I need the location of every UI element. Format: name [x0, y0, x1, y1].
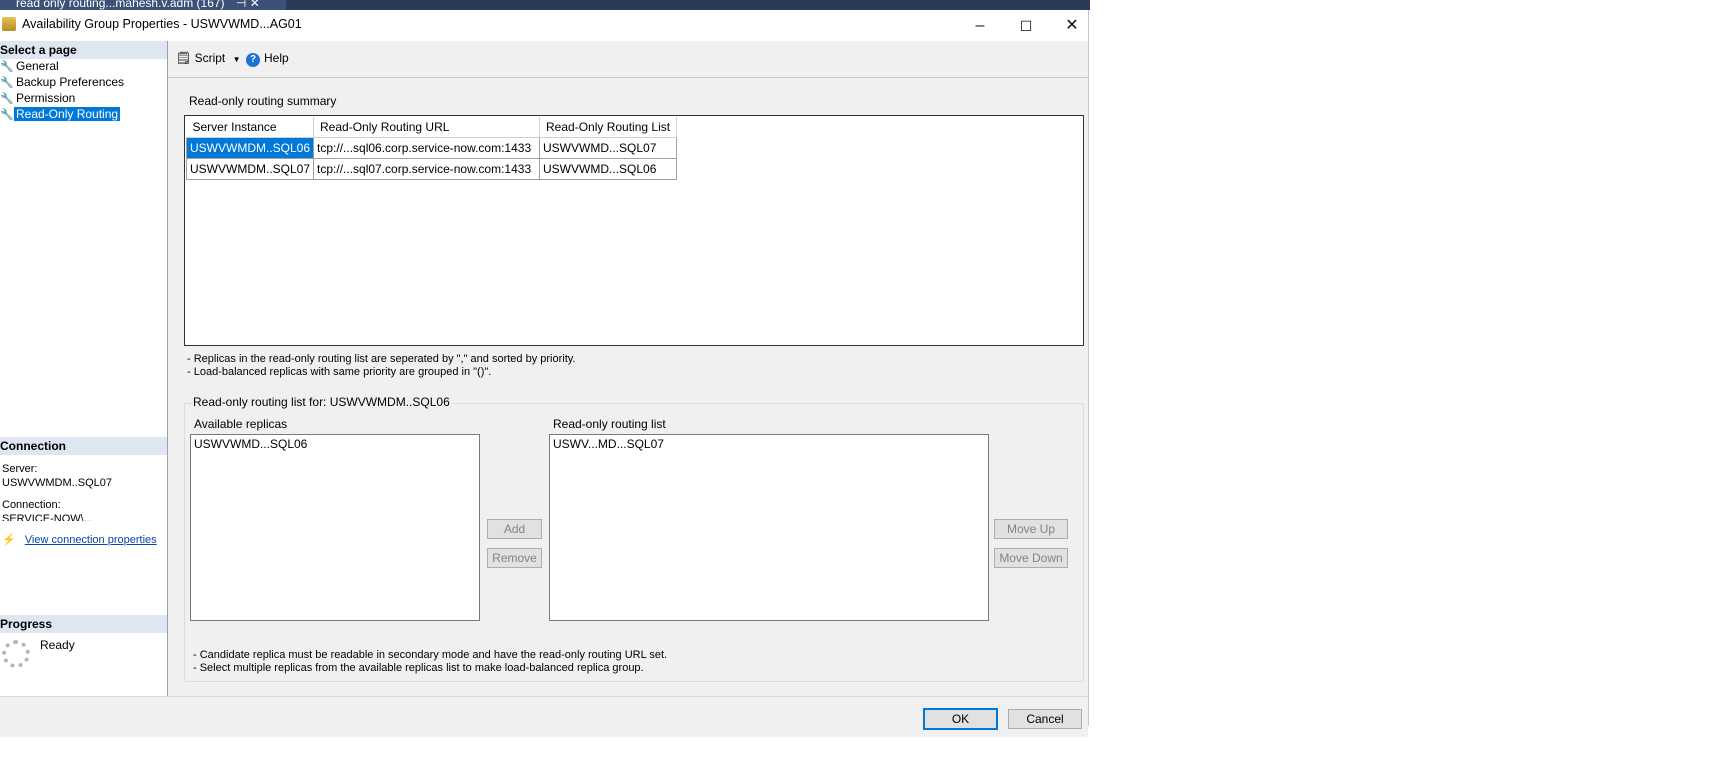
toolbar: 🗒 Script ▼ ? Help: [168, 41, 1088, 78]
summary-note: - Replicas in the read-only routing list…: [187, 353, 576, 365]
cell-routing-list[interactable]: USWVWMD...SQL07: [539, 137, 678, 159]
help-icon: ?: [246, 53, 260, 67]
routing-list-heading: Read-only routing list for: USWVWMDM..SQ…: [193, 395, 452, 409]
page-item-label: General: [16, 59, 59, 73]
table-row[interactable]: USWVWMDM..SQL07 tcp://...sql07.corp.serv…: [185, 158, 678, 180]
title-bar: Availability Group Properties - USWVWMD.…: [0, 10, 1088, 40]
summary-heading: Read-only routing summary: [189, 94, 337, 108]
minimize-button[interactable]: –: [957, 14, 1003, 38]
add-button[interactable]: Add: [487, 519, 542, 539]
dialog-button-bar: OK Cancel: [0, 696, 1088, 737]
wrench-icon: 🔧: [0, 77, 14, 89]
select-page-heading: Select a page: [0, 41, 167, 59]
cell-server-instance[interactable]: USWVWMDM..SQL06: [185, 137, 315, 159]
help-label: Help: [264, 51, 289, 65]
script-icon: 🗒: [176, 51, 192, 65]
page-item-backup-preferences[interactable]: 🔧 Backup Preferences: [0, 75, 126, 90]
view-connection-properties[interactable]: ⚡ View connection properties: [2, 533, 157, 546]
page-item-permission[interactable]: 🔧 Permission: [0, 91, 77, 106]
summary-table: Server Instance Read-Only Routing URL Re…: [185, 117, 678, 180]
query-tab[interactable]: read only routing...mahesh.v.adm (167) ⊣…: [0, 0, 286, 10]
cell-routing-list[interactable]: USWVWMD...SQL06: [539, 158, 678, 180]
connection-heading: Connection: [0, 437, 167, 455]
taskbar-strip: read only routing...mahesh.v.adm (167) ⊣…: [0, 0, 1090, 10]
app-icon: [2, 17, 16, 31]
ok-button[interactable]: OK: [923, 708, 998, 730]
available-replicas-list[interactable]: USWVWMD...SQL06: [190, 434, 480, 621]
server-label: Server:: [2, 463, 38, 475]
main-panel: 🗒 Script ▼ ? Help Read-only routing summa…: [168, 41, 1088, 696]
move-up-button[interactable]: Move Up: [994, 519, 1068, 539]
list-item[interactable]: USWV...MD...SQL07: [550, 435, 988, 453]
cell-routing-url[interactable]: tcp://...sql07.corp.service-now.com:1433: [313, 158, 541, 180]
page-item-general[interactable]: 🔧 General: [0, 59, 61, 74]
server-value: USWVWMDM..SQL07: [2, 477, 113, 489]
remove-button[interactable]: Remove: [487, 548, 542, 568]
connection-label: Connection:: [2, 499, 61, 511]
chevron-down-icon[interactable]: ▼: [233, 55, 241, 64]
page-item-read-only-routing[interactable]: 🔧 Read-Only Routing: [0, 107, 121, 122]
pin-icon[interactable]: ⊣: [236, 0, 246, 10]
properties-window: Availability Group Properties - USWVWMD.…: [0, 10, 1089, 737]
summary-header-row: Server Instance Read-Only Routing URL Re…: [186, 117, 678, 138]
column-header-routing-url[interactable]: Read-Only Routing URL: [313, 117, 541, 138]
page-selector-pane: Select a page 🔧 General 🔧 Backup Preferenc…: [0, 41, 168, 696]
wrench-icon: 🔧: [0, 93, 14, 105]
column-header-server-instance[interactable]: Server Instance: [186, 117, 315, 138]
available-replicas-label: Available replicas: [194, 417, 288, 431]
column-header-routing-list[interactable]: Read-Only Routing List: [539, 117, 678, 138]
connection-plug-icon: ⚡: [2, 534, 16, 546]
wrench-icon: 🔧: [0, 109, 14, 121]
progress-heading: Progress: [0, 615, 167, 633]
page-item-label: Permission: [16, 91, 76, 105]
close-button[interactable]: ✕: [1049, 14, 1095, 38]
progress-status: Ready: [40, 638, 75, 652]
list-item[interactable]: USWVWMD...SQL06: [191, 435, 479, 453]
window-title: Availability Group Properties - USWVWMD.…: [22, 17, 302, 31]
script-label: Script: [194, 51, 226, 65]
page-item-label: Backup Preferences: [16, 75, 125, 89]
routing-note: - Select multiple replicas from the avai…: [193, 662, 644, 674]
tab-close-icon[interactable]: ✕: [250, 0, 260, 10]
view-connection-properties-link[interactable]: View connection properties: [25, 534, 157, 546]
routing-summary-grid[interactable]: Server Instance Read-Only Routing URL Re…: [184, 115, 1084, 346]
connection-value: SERVICE-NOW\...: [2, 513, 93, 521]
cell-routing-url[interactable]: tcp://...sql06.corp.service-now.com:1433: [313, 137, 541, 159]
cancel-button[interactable]: Cancel: [1008, 709, 1082, 729]
routing-list-label: Read-only routing list: [553, 417, 666, 431]
wrench-icon: 🔧: [0, 61, 14, 73]
query-tab-label: read only routing...mahesh.v.adm (167): [16, 0, 225, 10]
routing-note: - Candidate replica must be readable in …: [193, 649, 668, 661]
move-down-button[interactable]: Move Down: [994, 548, 1068, 568]
help-button[interactable]: ? Help: [246, 51, 289, 67]
cell-server-instance[interactable]: USWVWMDM..SQL07: [185, 158, 315, 180]
read-only-routing-list[interactable]: USWV...MD...SQL07: [549, 434, 989, 621]
page-item-label: Read-Only Routing: [14, 107, 121, 121]
script-button[interactable]: 🗒 Script ▼: [176, 51, 241, 65]
progress-spinner-icon: [2, 640, 30, 668]
maximize-button[interactable]: ☐: [1003, 14, 1049, 38]
summary-note: - Load-balanced replicas with same prior…: [187, 366, 492, 378]
table-row[interactable]: USWVWMDM..SQL06 tcp://...sql06.corp.serv…: [185, 137, 678, 159]
